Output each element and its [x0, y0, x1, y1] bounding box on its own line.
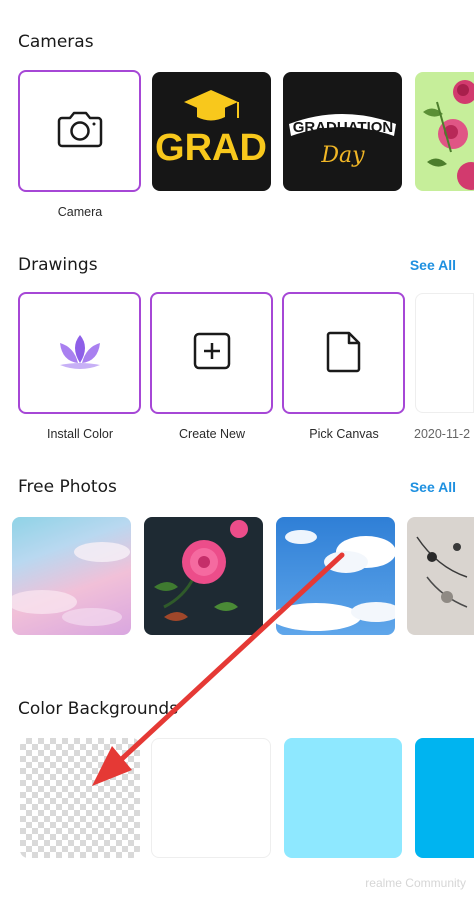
- watermark-text: realme Community: [365, 876, 466, 890]
- red-annotation-arrow: [92, 552, 345, 786]
